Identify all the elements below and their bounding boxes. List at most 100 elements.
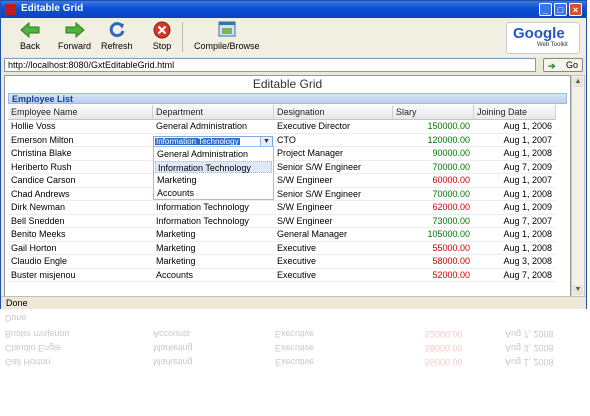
app-icon	[5, 4, 16, 15]
column-header-employee-name[interactable]: Employee Name	[8, 105, 153, 119]
panel-header: Employee List	[8, 93, 567, 104]
cell-desig[interactable]: Executive	[274, 269, 393, 282]
logo-brand: Google	[513, 25, 565, 42]
cell-desig[interactable]: S/W Engineer	[274, 215, 393, 228]
cell-dept[interactable]: Information Technology	[153, 215, 274, 228]
table-row[interactable]: Dirk Newman Information Technology S/W Eng…	[8, 201, 556, 215]
column-header-designation[interactable]: Designation	[274, 105, 393, 119]
cell-desig[interactable]: S/W Engineer	[274, 174, 393, 187]
column-header-salary[interactable]: Slary	[393, 105, 474, 119]
google-web-toolkit-logo: Google Web Toolkit	[506, 22, 580, 54]
cell-salary[interactable]: 55000.00	[393, 242, 474, 255]
cell-name[interactable]: Bell Snedden	[8, 215, 153, 228]
table-row[interactable]: Bell Snedden Information Technology S/W En…	[8, 215, 556, 228]
cell-date[interactable]: Aug 1, 2008	[474, 228, 556, 241]
table-row[interactable]: Buster misjenou Accounts Executive 52000.00…	[8, 269, 556, 282]
reflection-cell: Accounts	[153, 329, 191, 339]
dropdown-option[interactable]: Marketing	[155, 174, 272, 186]
maximize-button[interactable]: □	[554, 3, 567, 16]
table-row[interactable]: Claudio Engle Marketing Executive 58000.00 A…	[8, 255, 556, 269]
cell-name[interactable]: Claudio Engle	[8, 255, 153, 268]
table-row[interactable]: Benito Meeks Marketing General Manager 1050…	[8, 228, 556, 242]
cell-date[interactable]: Aug 1, 2006	[474, 120, 556, 133]
cell-desig[interactable]: Project Manager	[274, 147, 393, 160]
cell-desig[interactable]: Executive	[274, 242, 393, 255]
reflection-cell: Executive	[275, 343, 315, 353]
scroll-up-icon[interactable]: ▲	[573, 77, 583, 87]
window-title: Editable Grid	[21, 3, 84, 14]
cell-date[interactable]: Aug 1, 2007	[474, 134, 556, 147]
dropdown-option[interactable]: Information Technology	[155, 161, 272, 173]
cell-salary[interactable]: 70000.00	[393, 161, 474, 174]
cell-date[interactable]: Aug 7, 2007	[474, 215, 556, 228]
go-button[interactable]: ➔ Go	[543, 58, 583, 72]
cell-salary[interactable]: 70000.00	[393, 188, 474, 201]
column-header-department[interactable]: Department	[153, 105, 274, 119]
cell-date[interactable]: Aug 7, 2009	[474, 161, 556, 174]
cell-salary[interactable]: 120000.00	[393, 134, 474, 147]
minimize-button[interactable]: _	[539, 3, 552, 16]
cell-name[interactable]: Chad Andrews	[8, 188, 153, 201]
cell-name[interactable]: Emerson Milton	[8, 134, 153, 147]
cell-date[interactable]: Aug 1, 2009	[474, 201, 556, 214]
cell-salary[interactable]: 105000.00	[393, 228, 474, 241]
table-row[interactable]: Christina Blake Project Manager 90000.00 Au…	[8, 147, 556, 161]
cell-name[interactable]: Buster misjenou	[8, 269, 153, 282]
cell-date[interactable]: Aug 3, 2008	[474, 255, 556, 268]
department-combo-editor[interactable]: Information Technology ▼	[153, 135, 273, 147]
reflection-cell: Executive	[275, 357, 315, 367]
cell-salary[interactable]: 90000.00	[393, 147, 474, 160]
back-button[interactable]: Back	[19, 20, 41, 51]
dropdown-option[interactable]: General Administration	[155, 148, 272, 160]
cell-desig[interactable]: S/W Engineer	[274, 201, 393, 214]
cell-dept[interactable]: Marketing	[153, 228, 274, 241]
cell-name[interactable]: Benito Meeks	[8, 228, 153, 241]
table-row[interactable]: Hollie Voss General Administration Executi…	[8, 120, 556, 134]
chevron-down-icon[interactable]: ▼	[260, 136, 272, 146]
cell-salary[interactable]: 52000.00	[393, 269, 474, 282]
cell-desig[interactable]: Senior S/W Engineer	[274, 161, 393, 174]
table-row[interactable]: Emerson Milton CTO 120000.00 Aug 1, 2007 Inf…	[8, 134, 556, 147]
cell-salary[interactable]: 150000.00	[393, 120, 474, 133]
vertical-scrollbar[interactable]: ▲ ▼	[571, 75, 585, 297]
table-row[interactable]: Chad Andrews Senior S/W Engineer 70000.00 A…	[8, 188, 556, 201]
forward-button[interactable]: Forward	[58, 20, 91, 51]
cell-name[interactable]: Christina Blake	[8, 147, 153, 160]
dropdown-option[interactable]: Accounts	[155, 187, 272, 199]
cell-dept[interactable]: Marketing	[153, 255, 274, 268]
cell-salary[interactable]: 73000.00	[393, 215, 474, 228]
url-input[interactable]: http://localhost:8080/GxtEditableGrid.ht…	[4, 58, 536, 72]
cell-date[interactable]: Aug 1, 2008	[474, 147, 556, 160]
cell-name[interactable]: Candice Carson	[8, 174, 153, 187]
cell-desig[interactable]: General Manager	[274, 228, 393, 241]
close-button[interactable]: ×	[569, 3, 582, 16]
cell-desig[interactable]: Executive	[274, 255, 393, 268]
cell-date[interactable]: Aug 1, 2008	[474, 242, 556, 255]
cell-desig[interactable]: Executive Director	[274, 120, 393, 133]
scroll-down-icon[interactable]: ▼	[573, 285, 583, 295]
cell-salary[interactable]: 58000.00	[393, 255, 474, 268]
cell-date[interactable]: Aug 1, 2008	[474, 188, 556, 201]
cell-salary[interactable]: 60000.00	[393, 174, 474, 187]
cell-desig[interactable]: CTO	[274, 134, 393, 147]
stop-button[interactable]: Stop	[151, 20, 173, 51]
compile-browse-button[interactable]: Compile/Browse	[194, 20, 260, 51]
cell-dept[interactable]: Information Technology	[153, 201, 274, 214]
cell-name[interactable]: Dirk Newman	[8, 201, 153, 214]
cell-date[interactable]: Aug 1, 2007	[474, 174, 556, 187]
cell-dept[interactable]: General Administration	[153, 120, 274, 133]
cell-desig[interactable]: Senior S/W Engineer	[274, 188, 393, 201]
cell-name[interactable]: Heriberto Rush	[8, 161, 153, 174]
cell-dept[interactable]: Marketing	[153, 242, 274, 255]
table-row[interactable]: Candice Carson S/W Engineer 60000.00 Aug 1,…	[8, 174, 556, 188]
column-header-joining-date[interactable]: Joining Date	[474, 105, 556, 119]
table-row[interactable]: Heriberto Rush Senior S/W Engineer 70000.0…	[8, 161, 556, 174]
reflection-cell: Aug 1, 2008	[505, 357, 554, 367]
refresh-button[interactable]: Refresh	[101, 20, 133, 51]
cell-dept[interactable]: Accounts	[153, 269, 274, 282]
cell-name[interactable]: Gail Horton	[8, 242, 153, 255]
table-row[interactable]: Gail Horton Marketing Executive 55000.00 Aug…	[8, 242, 556, 255]
cell-date[interactable]: Aug 7, 2008	[474, 269, 556, 282]
cell-name[interactable]: Hollie Voss	[8, 120, 153, 133]
cell-salary[interactable]: 62000.00	[393, 201, 474, 214]
